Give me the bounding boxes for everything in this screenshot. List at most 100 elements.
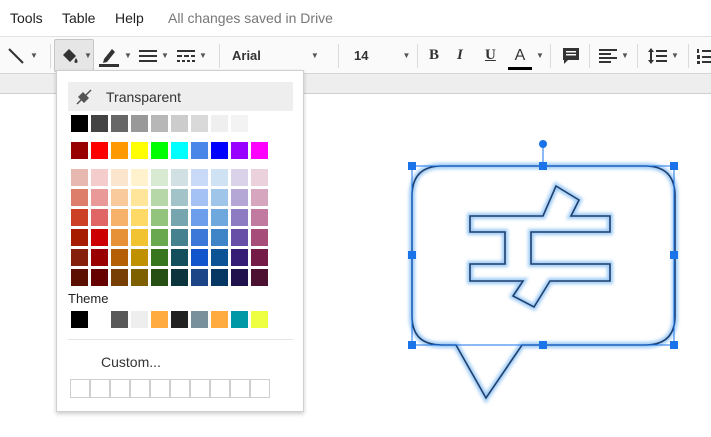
gray-swatch[interactable] xyxy=(211,115,228,132)
bright-swatch[interactable] xyxy=(71,142,88,159)
italic-button[interactable]: I xyxy=(457,37,463,74)
shade-swatch[interactable] xyxy=(131,169,148,186)
shade-swatch[interactable] xyxy=(251,209,268,226)
theme-swatch[interactable] xyxy=(231,311,248,328)
shade-swatch[interactable] xyxy=(91,249,108,266)
custom-color-slot[interactable] xyxy=(210,379,230,398)
shade-swatch[interactable] xyxy=(211,269,228,286)
shade-swatch[interactable] xyxy=(91,189,108,206)
shade-swatch[interactable] xyxy=(231,189,248,206)
shade-swatch[interactable] xyxy=(211,209,228,226)
shade-swatch[interactable] xyxy=(131,209,148,226)
shade-swatch[interactable] xyxy=(71,169,88,186)
bright-swatch[interactable] xyxy=(131,142,148,159)
shade-swatch[interactable] xyxy=(91,169,108,186)
fill-color-button[interactable]: ▼ xyxy=(60,37,92,74)
underline-button[interactable]: U xyxy=(485,37,496,74)
shade-swatch[interactable] xyxy=(71,249,88,266)
shade-swatch[interactable] xyxy=(171,269,188,286)
menu-help[interactable]: Help xyxy=(115,10,144,26)
shade-swatch[interactable] xyxy=(231,229,248,246)
comment-button[interactable] xyxy=(562,37,580,74)
shade-swatch[interactable] xyxy=(151,169,168,186)
theme-swatch[interactable] xyxy=(111,311,128,328)
shade-swatch[interactable] xyxy=(151,209,168,226)
shade-swatch[interactable] xyxy=(211,189,228,206)
line-dash-button[interactable]: ▼ xyxy=(177,37,207,74)
shade-swatch[interactable] xyxy=(191,249,208,266)
shade-swatch[interactable] xyxy=(111,169,128,186)
font-family-select[interactable]: Arial ▼ xyxy=(232,37,328,74)
numbered-list-button[interactable] xyxy=(697,37,711,74)
line-color-button[interactable]: ▼ xyxy=(98,37,132,74)
line-weight-button[interactable]: ▼ xyxy=(139,37,169,74)
shade-swatch[interactable] xyxy=(111,229,128,246)
custom-color-slot[interactable] xyxy=(190,379,210,398)
bright-swatch[interactable] xyxy=(111,142,128,159)
custom-color-link[interactable]: Custom... xyxy=(101,354,161,370)
theme-swatch[interactable] xyxy=(151,311,168,328)
custom-color-slot[interactable] xyxy=(170,379,190,398)
bright-swatch[interactable] xyxy=(91,142,108,159)
bright-swatch[interactable] xyxy=(171,142,188,159)
theme-swatch[interactable] xyxy=(211,311,228,328)
text-color-button[interactable]: A ▼ xyxy=(508,37,544,74)
custom-color-slot[interactable] xyxy=(230,379,250,398)
shade-swatch[interactable] xyxy=(131,189,148,206)
shade-swatch[interactable] xyxy=(131,249,148,266)
gray-swatch[interactable] xyxy=(91,115,108,132)
shade-swatch[interactable] xyxy=(191,269,208,286)
shade-swatch[interactable] xyxy=(251,269,268,286)
shade-swatch[interactable] xyxy=(191,229,208,246)
custom-color-slot[interactable] xyxy=(90,379,110,398)
shade-swatch[interactable] xyxy=(251,249,268,266)
callout-shape-selected[interactable] xyxy=(400,136,690,406)
shade-swatch[interactable] xyxy=(91,209,108,226)
shade-swatch[interactable] xyxy=(231,249,248,266)
shade-swatch[interactable] xyxy=(191,189,208,206)
resize-handles[interactable] xyxy=(408,162,678,349)
gray-swatch[interactable] xyxy=(71,115,88,132)
shade-swatch[interactable] xyxy=(231,269,248,286)
theme-swatch[interactable] xyxy=(91,311,108,328)
shade-swatch[interactable] xyxy=(151,189,168,206)
shade-swatch[interactable] xyxy=(111,249,128,266)
shade-swatch[interactable] xyxy=(71,229,88,246)
custom-color-slot[interactable] xyxy=(70,379,90,398)
shade-swatch[interactable] xyxy=(111,209,128,226)
gray-swatch[interactable] xyxy=(131,115,148,132)
gray-swatch[interactable] xyxy=(171,115,188,132)
theme-swatch[interactable] xyxy=(131,311,148,328)
shade-swatch[interactable] xyxy=(171,189,188,206)
rotation-handle[interactable] xyxy=(539,140,547,148)
theme-swatch[interactable] xyxy=(251,311,268,328)
shade-swatch[interactable] xyxy=(151,269,168,286)
font-size-select[interactable]: 14 ▼ xyxy=(354,37,414,74)
shade-swatch[interactable] xyxy=(211,169,228,186)
bright-swatch[interactable] xyxy=(191,142,208,159)
shade-swatch[interactable] xyxy=(151,249,168,266)
gray-swatch[interactable] xyxy=(231,115,248,132)
shade-swatch[interactable] xyxy=(131,229,148,246)
gray-swatch[interactable] xyxy=(111,115,128,132)
shade-swatch[interactable] xyxy=(91,229,108,246)
shade-swatch[interactable] xyxy=(191,169,208,186)
shade-swatch[interactable] xyxy=(191,209,208,226)
gray-swatch[interactable] xyxy=(151,115,168,132)
align-button[interactable]: ▼ xyxy=(599,37,629,74)
shade-swatch[interactable] xyxy=(231,169,248,186)
shade-swatch[interactable] xyxy=(91,269,108,286)
shade-swatch[interactable] xyxy=(111,189,128,206)
shade-swatch[interactable] xyxy=(171,209,188,226)
menu-tools[interactable]: Tools xyxy=(10,10,43,26)
shade-swatch[interactable] xyxy=(211,229,228,246)
menu-table[interactable]: Table xyxy=(62,10,95,26)
bright-swatch[interactable] xyxy=(211,142,228,159)
bright-swatch[interactable] xyxy=(231,142,248,159)
shade-swatch[interactable] xyxy=(111,269,128,286)
shade-swatch[interactable] xyxy=(171,169,188,186)
line-spacing-button[interactable]: ▼ xyxy=(647,37,679,74)
shade-swatch[interactable] xyxy=(171,229,188,246)
theme-swatch[interactable] xyxy=(171,311,188,328)
shade-swatch[interactable] xyxy=(251,189,268,206)
